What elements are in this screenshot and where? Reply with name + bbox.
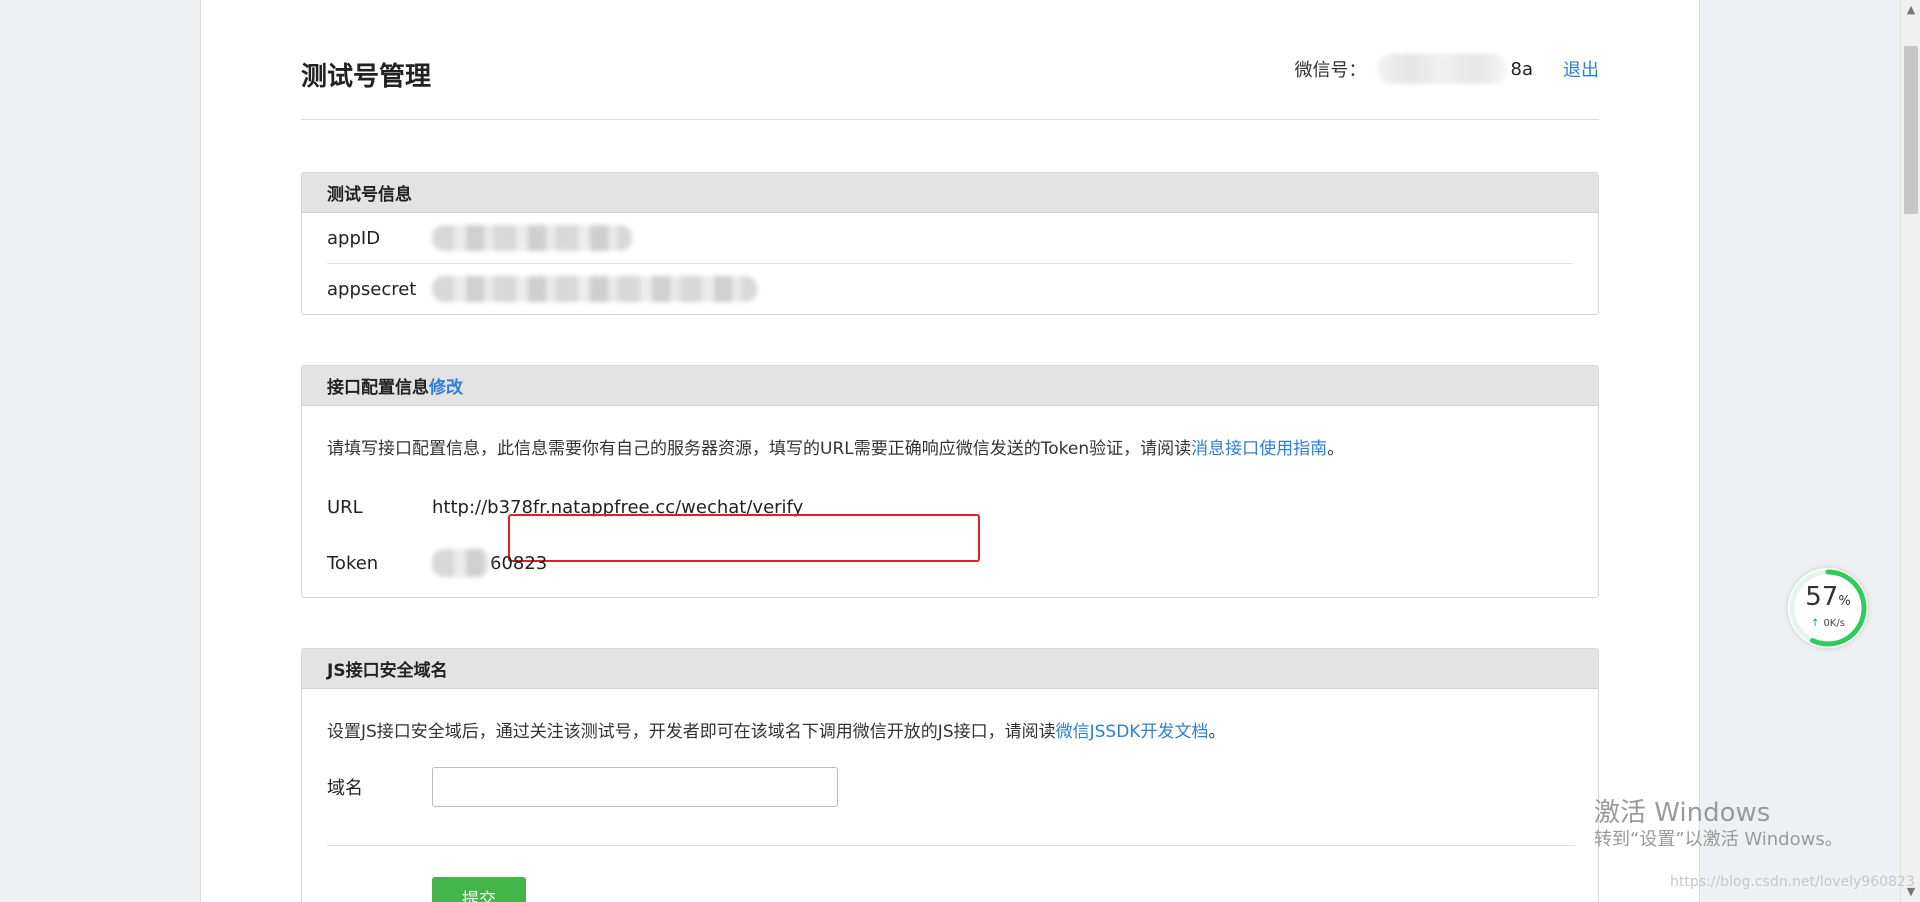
blog-url-watermark: https://blog.csdn.net/lovely960823 [1670,874,1915,890]
account-info: 微信号： 8a 退出 [1295,54,1599,84]
panel-header: JS接口安全域名 [302,649,1598,689]
divider [327,845,1575,846]
appsecret-row: appsecret [327,264,1573,314]
watermark-line1: 激活 Windows [1594,798,1771,828]
description-text: 设置JS接口安全域后，通过关注该测试号，开发者即可在该域名下调用微信开放的JS接… [327,722,1056,742]
url-highlight-box [508,514,980,562]
url-label: URL [327,496,363,518]
js-domain-panel: JS接口安全域名 设置JS接口安全域后，通过关注该测试号，开发者即可在该域名下调… [301,648,1599,902]
description-end: 。 [1208,722,1226,742]
submit-button[interactable]: 提交 [432,877,526,902]
vertical-scrollbar[interactable]: ▲ ▼ [1900,0,1920,902]
appsecret-value-redacted [432,276,757,302]
logout-link[interactable]: 退出 [1563,56,1599,82]
interface-description: 请填写接口配置信息，此信息需要你有自己的服务器资源，填写的URL需要正确响应微信… [327,434,1344,459]
edit-link[interactable]: 修改 [429,373,463,398]
windows-activation-watermark: 激活 Windows 转到“设置”以激活 Windows。 [1594,798,1843,852]
panel-title: 测试号信息 [327,185,412,205]
top-bar: 测试号管理 微信号： 8a 退出 [301,0,1599,120]
description-end: 。 [1327,439,1345,459]
js-domain-description: 设置JS接口安全域后，通过关注该测试号，开发者即可在该域名下调用微信开放的JS接… [327,717,1225,742]
account-label: 微信号： [1294,60,1367,81]
appid-row: appID [327,213,1573,263]
speed-rate-value: 0K/s [1823,618,1845,629]
panel-header: 接口配置信息 修改 [302,366,1598,406]
speed-rate: ↑ 0K/s [1788,618,1868,629]
speed-percent-unit: % [1838,594,1851,609]
page-title: 测试号管理 [301,62,432,92]
account-id-redacted [1376,54,1507,84]
appsecret-label: appsecret [327,278,417,300]
speed-percent-value: 57 [1805,582,1839,612]
network-speed-widget[interactable]: 57% ↑ 0K/s [1788,568,1868,648]
token-row: Token 60823 [327,548,547,578]
token-suffix: 60823 [490,552,548,574]
token-label: Token [327,552,379,574]
scroll-thumb[interactable] [1904,46,1918,214]
token-value-redacted [432,549,490,577]
appid-label: appID [327,227,381,249]
appid-value-redacted [432,225,632,251]
test-account-info-panel: 测试号信息 appID appsecret [301,172,1599,315]
domain-input[interactable] [432,767,838,807]
jssdk-doc-link[interactable]: 微信JSSDK开发文档 [1056,722,1209,742]
panel-title: JS接口安全域名 [327,661,448,681]
upload-arrow-icon: ↑ [1811,618,1820,629]
panel-header: 测试号信息 [302,173,1598,213]
watermark-line2: 转到“设置”以激活 Windows。 [1594,829,1843,850]
account-id-suffix: 8a [1510,58,1533,80]
panel-title: 接口配置信息 [327,378,429,398]
domain-label: 域名 [327,778,363,799]
interface-config-panel: 接口配置信息 修改 请填写接口配置信息，此信息需要你有自己的服务器资源，填写的U… [301,365,1599,598]
speed-percent: 57% [1788,582,1868,612]
scroll-up-icon[interactable]: ▲ [1901,0,1920,20]
guide-link[interactable]: 消息接口使用指南 [1191,439,1327,459]
description-text: 请填写接口配置信息，此信息需要你有自己的服务器资源，填写的URL需要正确响应微信… [327,439,1192,459]
main-page: 测试号管理 微信号： 8a 退出 测试号信息 appID appsecret 接… [200,0,1700,902]
domain-row: 域名 [327,767,838,807]
